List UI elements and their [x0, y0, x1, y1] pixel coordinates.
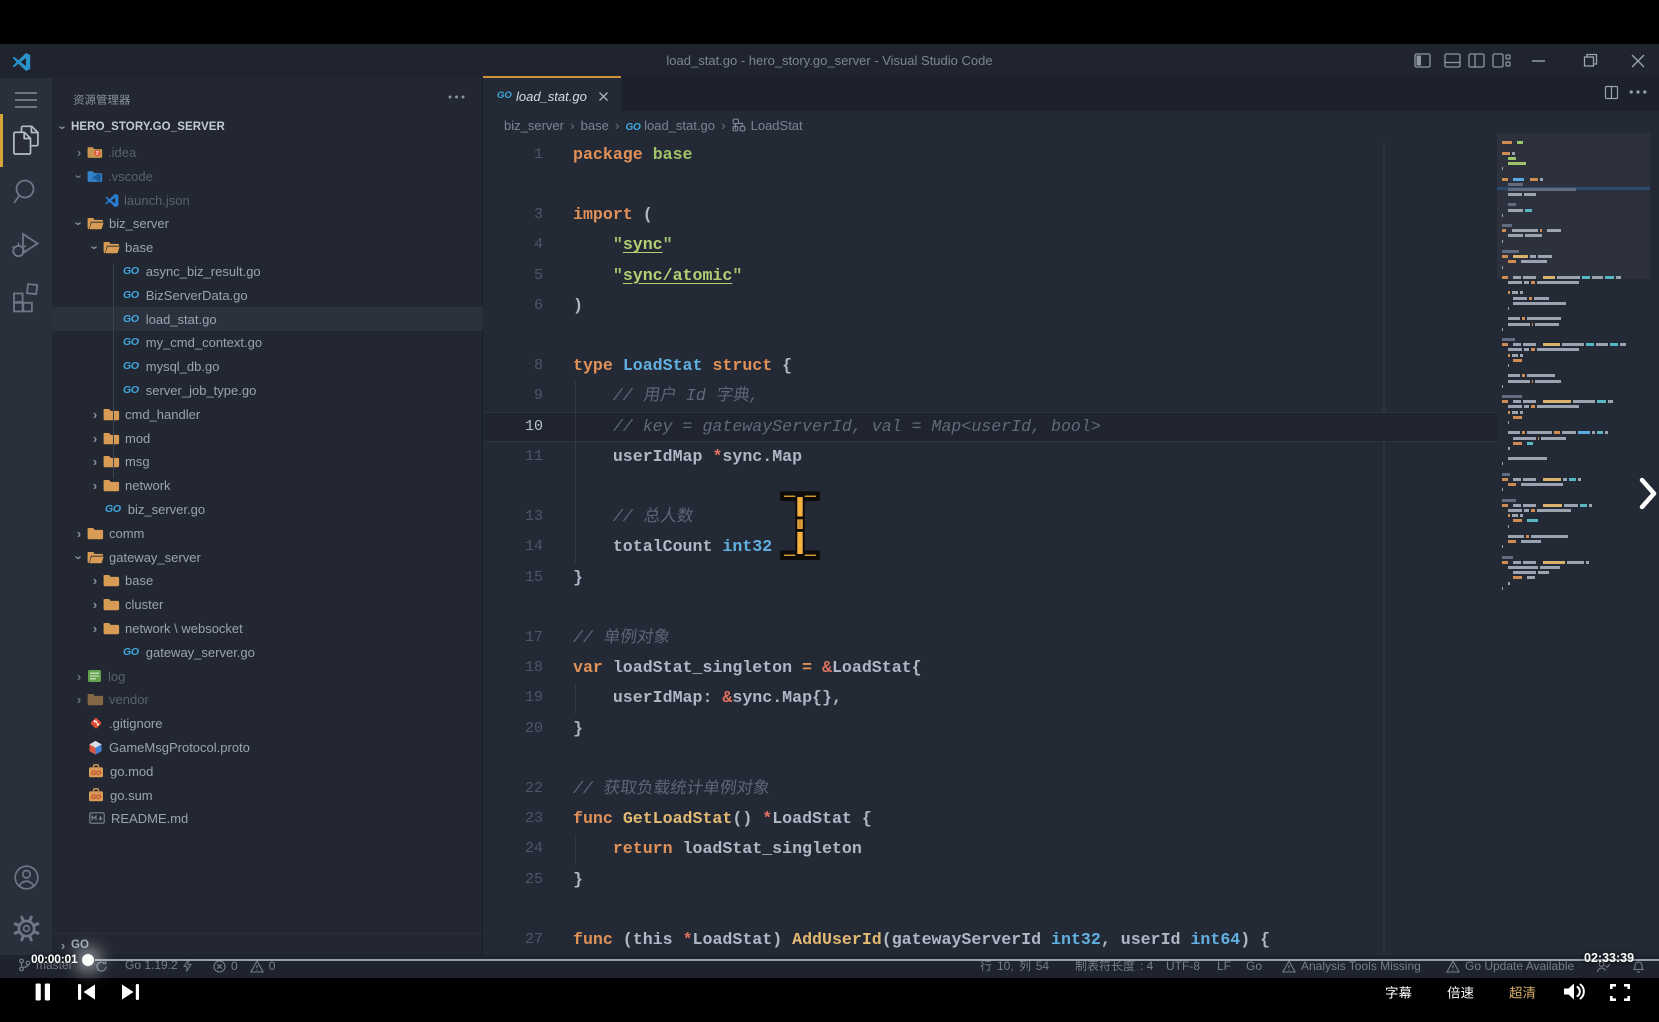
svg-text:GO: GO — [91, 794, 101, 801]
svg-text:GO: GO — [91, 770, 101, 777]
